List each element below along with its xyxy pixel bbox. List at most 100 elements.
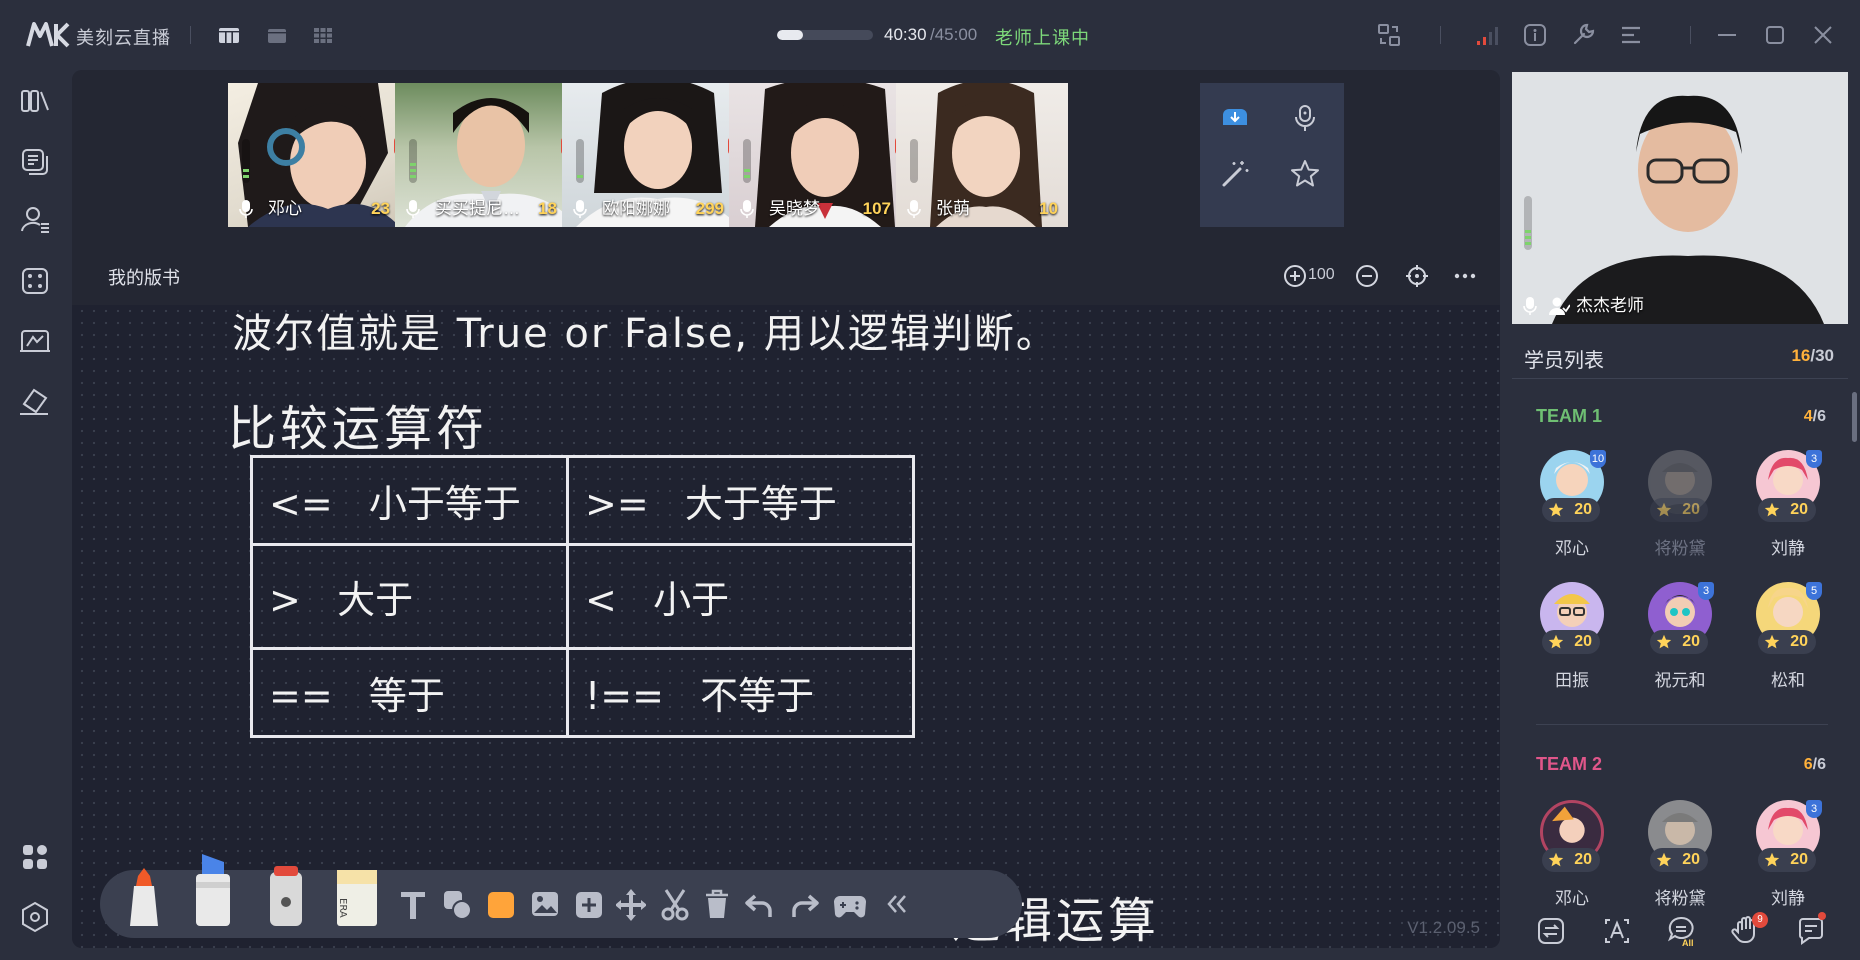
star-icon	[1656, 634, 1672, 649]
audio-level-icon	[743, 139, 751, 183]
screen-share-icon[interactable]	[18, 324, 52, 358]
roster-online-count: 16	[1791, 346, 1811, 365]
marker-pen-icon[interactable]	[122, 868, 166, 926]
roster-student[interactable]: 20 田振	[1532, 582, 1612, 692]
mute-all-microphone-icon[interactable]	[1288, 101, 1322, 135]
star-icon	[1764, 852, 1780, 867]
eraser-icon[interactable]: ERA	[334, 862, 380, 926]
settings-hex-icon[interactable]	[18, 900, 52, 934]
rotate-seat-icon[interactable]	[1534, 914, 1568, 948]
star-reward-icon[interactable]	[1288, 157, 1322, 191]
teacher-video-tile[interactable]: 杰杰老师	[1512, 72, 1848, 324]
magic-wand-icon[interactable]	[1218, 157, 1252, 191]
team-name[interactable]: TEAM 1	[1536, 406, 1602, 427]
student-name: 刘静	[1771, 539, 1805, 558]
student-name: 松和	[1771, 671, 1805, 690]
roster-student[interactable]: 3 20 刘静	[1748, 450, 1828, 560]
star-icon	[1548, 852, 1564, 867]
student-score: 299	[695, 199, 724, 218]
app-logo-icon	[26, 22, 70, 48]
scissors-icon[interactable]	[660, 886, 690, 922]
microphone-icon[interactable]	[906, 199, 922, 219]
user-manage-icon[interactable]	[18, 202, 52, 236]
shape-tool-icon[interactable]	[442, 886, 472, 922]
collapse-toolbar-icon[interactable]	[884, 888, 910, 920]
student-video-tile[interactable]: 张萌 10	[896, 83, 1068, 227]
zoom-in-icon[interactable]	[1282, 263, 1308, 289]
minimize-icon[interactable]	[1714, 22, 1740, 48]
star-icon	[1656, 502, 1672, 517]
star-icon	[1656, 852, 1672, 867]
microphone-icon[interactable]	[572, 199, 588, 219]
layout-columns-icon[interactable]	[218, 25, 240, 45]
whiteboard-canvas[interactable]: 波尔值就是 True or False, 用以逻辑判断。 比较运算符 <= 小于…	[72, 305, 1500, 948]
maximize-icon[interactable]	[1762, 22, 1788, 48]
apps-grid-icon[interactable]	[18, 840, 52, 874]
text-tool-icon[interactable]	[398, 886, 428, 922]
dice-tool-icon[interactable]	[18, 264, 52, 298]
level-badge: 3	[1806, 800, 1822, 818]
microphone-icon[interactable]	[1522, 296, 1538, 316]
download-icon[interactable]	[1218, 101, 1252, 135]
total-time: /45:00	[930, 25, 978, 44]
roster-scrollbar[interactable]	[1852, 392, 1857, 442]
microphone-icon[interactable]	[739, 199, 755, 219]
divider	[1536, 724, 1828, 725]
class-progress-fill	[777, 30, 803, 40]
switch-camera-icon[interactable]	[1376, 22, 1402, 48]
redo-icon[interactable]	[790, 886, 820, 922]
info-icon[interactable]	[1522, 22, 1548, 48]
close-icon[interactable]	[1810, 22, 1836, 48]
game-controller-icon[interactable]	[832, 886, 868, 922]
color-picker-icon[interactable]	[486, 886, 516, 922]
student-name: 买买提尼…	[435, 199, 520, 218]
microphone-icon[interactable]	[238, 199, 254, 219]
roster-student[interactable]: 10 20 邓心	[1532, 450, 1612, 560]
student-video-tile[interactable]: 神 8 欧阳娜娜 299	[562, 83, 754, 227]
courseware-icon[interactable]	[18, 84, 52, 118]
roster-student[interactable]: 3 20 祝元和	[1640, 582, 1720, 692]
table-cell: < 小于	[566, 543, 915, 650]
table-cell: <= 小于等于	[250, 455, 569, 546]
laser-pointer-icon[interactable]	[266, 862, 306, 926]
audio-level-icon	[242, 139, 250, 183]
settings-wrench-icon[interactable]	[1570, 22, 1596, 48]
operator-table: <= 小于等于 >= 大于等于 > 大于 < 小于 == 等于 !== 不等于	[250, 455, 915, 738]
add-page-icon[interactable]	[574, 886, 604, 922]
roster-student[interactable]: 20 邓心	[1532, 800, 1612, 906]
eraser-clear-icon[interactable]	[18, 384, 52, 418]
chat-all-label: All	[1682, 938, 1694, 948]
roster-student[interactable]: 20 将粉黛	[1640, 450, 1720, 560]
divider	[1440, 26, 1441, 44]
answer-card-icon[interactable]	[1600, 914, 1634, 948]
roster-student[interactable]: 3 20 刘静	[1748, 800, 1828, 906]
undo-icon[interactable]	[744, 886, 774, 922]
layout-grid-icon[interactable]	[312, 25, 334, 45]
audio-level-icon	[910, 139, 918, 183]
zoom-out-icon[interactable]	[1354, 263, 1380, 289]
table-cell: !== 不等于	[566, 647, 915, 738]
student-score: 107	[862, 199, 891, 218]
image-insert-icon[interactable]	[530, 886, 560, 922]
student-name: 张萌	[936, 199, 970, 218]
student-name: 将粉黛	[1654, 539, 1706, 558]
star-icon	[1548, 634, 1564, 649]
student-video-tile[interactable]: 神 8 吴晓梦 107	[729, 83, 921, 227]
roster-student[interactable]: 20 将粉黛	[1640, 800, 1720, 906]
more-options-icon[interactable]	[1452, 263, 1478, 289]
student-name: 田振	[1555, 671, 1589, 690]
move-tool-icon[interactable]	[616, 886, 646, 922]
student-video-tile[interactable]: 神 8 买买提尼… 18	[395, 83, 587, 227]
delete-icon[interactable]	[702, 886, 732, 922]
microphone-icon[interactable]	[405, 199, 421, 219]
layout-single-icon[interactable]	[266, 25, 288, 45]
highlighter-icon[interactable]	[188, 852, 238, 926]
team-name[interactable]: TEAM 2	[1536, 754, 1602, 775]
menu-icon[interactable]	[1618, 22, 1644, 48]
roster-student[interactable]: 5 20 松和	[1748, 582, 1828, 692]
locate-center-icon[interactable]	[1404, 263, 1430, 289]
student-video-tile[interactable]: 神 8 邓心 23	[228, 83, 420, 227]
student-video-strip: 神 8 邓心 23 神 8 买买提尼… 18	[72, 70, 1500, 235]
title-bar: 美刻云直播 40:30 /45:00 老师上课中	[0, 0, 1860, 70]
documents-icon[interactable]	[18, 144, 52, 178]
